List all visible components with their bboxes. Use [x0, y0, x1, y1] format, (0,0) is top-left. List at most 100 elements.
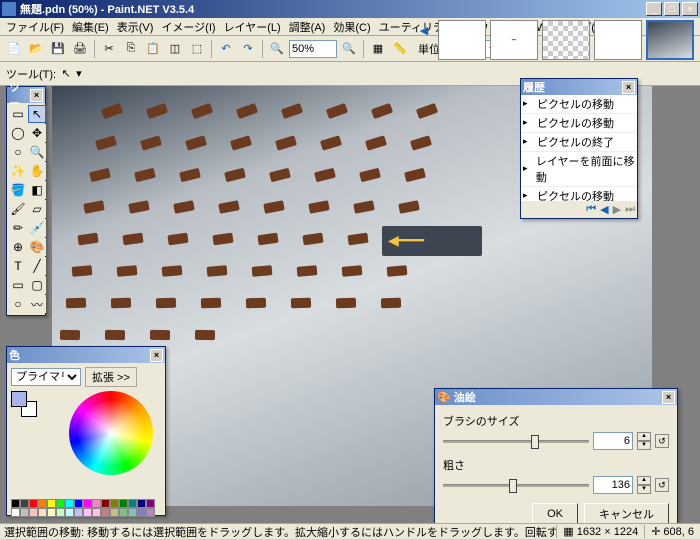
copy-icon[interactable]: ⎘ — [121, 39, 141, 59]
menu-image[interactable]: イメージ(I) — [157, 17, 219, 37]
palette-swatch[interactable] — [56, 499, 65, 508]
palette-swatch[interactable] — [110, 499, 119, 508]
maximize-button[interactable]: □ — [664, 2, 680, 16]
ruler-icon[interactable]: 📏 — [390, 39, 410, 59]
palette-swatch[interactable] — [101, 499, 110, 508]
cancel-button[interactable]: キャンセル — [584, 503, 669, 525]
zoomin-icon[interactable]: 🔍 — [339, 39, 359, 59]
dialog-close-icon[interactable]: × — [662, 391, 675, 404]
thumbnail-2[interactable]: ━ — [490, 20, 538, 60]
menu-view[interactable]: 表示(V) — [113, 17, 158, 37]
palette-swatch[interactable] — [110, 508, 119, 517]
coarseness-stepper[interactable]: ▲▼ — [637, 476, 651, 494]
palette-swatch[interactable] — [11, 499, 20, 508]
tool-brush[interactable]: 🖌 — [9, 200, 27, 218]
thumb-prev-icon[interactable]: ◀ — [414, 20, 434, 40]
history-back-icon[interactable]: ◀ — [600, 203, 608, 216]
tool-pan[interactable]: ✋ — [28, 162, 46, 180]
tool-gradient[interactable]: ◧ — [28, 181, 46, 199]
palette-swatch[interactable] — [137, 499, 146, 508]
palette-swatch[interactable] — [137, 508, 146, 517]
new-icon[interactable]: 📄 — [4, 39, 24, 59]
coarseness-slider[interactable] — [443, 475, 589, 495]
history-rewind-icon[interactable]: ⏮ — [586, 203, 596, 216]
zoomout-icon[interactable]: 🔍 — [267, 39, 287, 59]
history-item[interactable]: ▸ピクセルの終了 — [521, 133, 637, 152]
crop-icon[interactable]: ◫ — [165, 39, 185, 59]
brush-size-reset-icon[interactable]: ↺ — [655, 434, 669, 448]
deselect-icon[interactable]: ⬚ — [187, 39, 207, 59]
palette-swatch[interactable] — [47, 499, 56, 508]
history-close-icon[interactable]: × — [622, 81, 635, 94]
tool-freeform[interactable]: 〰 — [28, 295, 46, 313]
tool-rect[interactable]: ▭ — [9, 276, 27, 294]
palette-swatch[interactable] — [29, 499, 38, 508]
active-tool-icon[interactable]: ↖ — [56, 64, 76, 84]
palette-swatch[interactable] — [92, 499, 101, 508]
tool-picker[interactable]: 💉 — [28, 219, 46, 237]
coarseness-reset-icon[interactable]: ↺ — [655, 478, 669, 492]
tool-fill[interactable]: 🪣 — [9, 181, 27, 199]
thumbnail-5[interactable] — [646, 20, 694, 60]
menu-layers[interactable]: レイヤー(L) — [220, 17, 285, 37]
coarseness-input[interactable] — [593, 476, 633, 494]
color-swatches[interactable] — [11, 391, 41, 421]
menu-edit[interactable]: 編集(E) — [68, 17, 113, 37]
colors-expand-button[interactable]: 拡張 >> — [85, 367, 137, 387]
tool-clone[interactable]: ⊕ — [9, 238, 27, 256]
undo-icon[interactable]: ↶ — [216, 39, 236, 59]
tool-eraser[interactable]: ▱ — [28, 200, 46, 218]
tool-pencil[interactable]: ✏ — [9, 219, 27, 237]
tool-roundrect[interactable]: ▢ — [28, 276, 46, 294]
palette-swatch[interactable] — [11, 508, 20, 517]
palette-swatch[interactable] — [119, 499, 128, 508]
tool-ellipse[interactable]: ○ — [9, 295, 27, 313]
palette-swatch[interactable] — [119, 508, 128, 517]
palette-swatch[interactable] — [83, 508, 92, 517]
tool-zoom[interactable]: 🔍 — [28, 143, 46, 161]
palette-swatch[interactable] — [29, 508, 38, 517]
history-item[interactable]: ▸レイヤーを前面に移動 — [521, 152, 637, 187]
ok-button[interactable]: OK — [532, 503, 578, 525]
colors-close-icon[interactable]: × — [150, 349, 163, 362]
history-item[interactable]: ▸ピクセルの移動 — [521, 114, 637, 133]
history-item[interactable]: ▸ピクセルの移動 — [521, 95, 637, 114]
palette-swatch[interactable] — [128, 499, 137, 508]
thumbnail-1[interactable] — [438, 20, 486, 60]
palette-swatch[interactable] — [20, 499, 29, 508]
palette-swatch[interactable] — [92, 508, 101, 517]
palette-swatch[interactable] — [47, 508, 56, 517]
palette-swatch[interactable] — [146, 508, 155, 517]
tool-move[interactable]: ✥ — [28, 124, 46, 142]
zoom-input[interactable] — [289, 40, 337, 58]
redo-icon[interactable]: ↷ — [238, 39, 258, 59]
close-button[interactable]: × — [682, 2, 698, 16]
palette-swatch[interactable] — [101, 508, 110, 517]
palette-swatch[interactable] — [146, 499, 155, 508]
brush-size-stepper[interactable]: ▲▼ — [637, 432, 651, 450]
history-end-icon[interactable]: ⏭ — [625, 203, 635, 216]
color-mode-select[interactable]: プライマリ色 — [11, 368, 81, 386]
thumbnail-3[interactable] — [542, 20, 590, 60]
palette-swatch[interactable] — [38, 499, 47, 508]
brush-size-input[interactable] — [593, 432, 633, 450]
tool-text[interactable]: T — [9, 257, 27, 275]
tool-wand[interactable]: ✨ — [9, 162, 27, 180]
menu-file[interactable]: ファイル(F) — [2, 17, 68, 37]
palette-swatch[interactable] — [20, 508, 29, 517]
tool-move-selection[interactable]: ↖ — [28, 105, 46, 123]
minimize-button[interactable]: _ — [646, 2, 662, 16]
cut-icon[interactable]: ✂ — [99, 39, 119, 59]
history-item[interactable]: ▸ピクセルの移動 — [521, 187, 637, 201]
color-palette[interactable] — [11, 499, 161, 517]
print-icon[interactable]: 🖨 — [70, 39, 90, 59]
palette-swatch[interactable] — [65, 508, 74, 517]
thumbnail-4[interactable] — [594, 20, 642, 60]
history-list[interactable]: ▸ピクセルの移動▸ピクセルの移動▸ピクセルの終了▸レイヤーを前面に移動▸ピクセル… — [521, 95, 637, 201]
brush-size-slider[interactable] — [443, 431, 589, 451]
palette-swatch[interactable] — [128, 508, 137, 517]
history-forward-icon[interactable]: ▶ — [613, 203, 621, 216]
palette-swatch[interactable] — [65, 499, 74, 508]
color-wheel[interactable] — [69, 391, 153, 475]
tool-line[interactable]: ╱ — [28, 257, 46, 275]
